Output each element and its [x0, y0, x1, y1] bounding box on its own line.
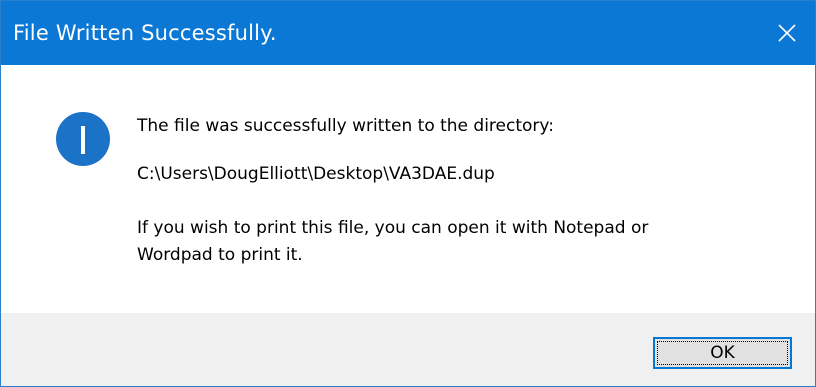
close-button[interactable]	[759, 1, 815, 65]
print-hint-line-1: If you wish to print this file, you can …	[137, 218, 649, 238]
message-dialog: File Written Successfully. The file was …	[0, 0, 816, 387]
ok-button-label: OK	[710, 343, 735, 363]
print-hint-line-2: Wordpad to print it.	[137, 245, 303, 265]
close-icon	[778, 24, 796, 42]
print-hint-text: If you wish to print this file, you can …	[137, 215, 648, 269]
window-title: File Written Successfully.	[13, 21, 277, 45]
ok-button[interactable]: OK	[653, 337, 792, 369]
message-text: The file was successfully written to the…	[137, 116, 554, 136]
dialog-body: The file was successfully written to the…	[1, 65, 815, 313]
file-path-text: C:\Users\DougElliott\Desktop\VA3DAE.dup	[137, 164, 495, 184]
title-bar[interactable]: File Written Successfully.	[1, 1, 815, 65]
info-icon	[56, 112, 110, 166]
button-bar: OK	[1, 313, 815, 386]
